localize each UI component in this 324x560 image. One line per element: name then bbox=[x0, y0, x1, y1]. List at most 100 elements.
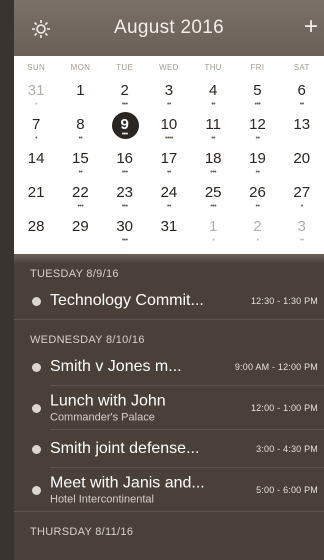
event-dots bbox=[280, 169, 324, 177]
day-cell[interactable]: 29 bbox=[58, 214, 102, 248]
event-divider bbox=[14, 319, 324, 320]
day-number: 16 bbox=[116, 150, 133, 167]
day-cell[interactable]: 19 •• bbox=[235, 146, 279, 180]
day-cell[interactable]: 21 bbox=[14, 180, 58, 214]
day-number: 14 bbox=[27, 150, 45, 167]
day-cell[interactable]: 3 •• bbox=[280, 214, 324, 248]
event-dots: ••• bbox=[210, 203, 217, 210]
day-cell[interactable]: 10 •••• bbox=[147, 112, 191, 146]
day-cell[interactable]: 16 ••• bbox=[103, 146, 147, 180]
day-number: 6 bbox=[297, 82, 306, 99]
event-dots: ••• bbox=[77, 203, 84, 210]
month-title[interactable]: August 2016 bbox=[114, 17, 224, 39]
event-bullet-icon bbox=[32, 444, 41, 454]
agenda-event[interactable]: Meet with Janis and... Hotel Intercontine… bbox=[14, 468, 324, 512]
event-dots: ••• bbox=[121, 237, 128, 244]
day-cell[interactable]: 28 bbox=[14, 214, 58, 248]
day-number: 29 bbox=[72, 218, 89, 235]
gear-icon[interactable] bbox=[30, 18, 52, 40]
day-cell[interactable]: 22 ••• bbox=[58, 180, 102, 214]
event-bullet-icon bbox=[32, 485, 41, 495]
event-dots bbox=[280, 135, 324, 143]
day-number: 12 bbox=[249, 116, 266, 133]
weekday-label: MON bbox=[70, 62, 91, 72]
day-cell[interactable]: 5 ••• bbox=[235, 78, 279, 112]
day-cell[interactable]: 31 • bbox=[14, 78, 58, 112]
day-cell[interactable]: 8 •• bbox=[58, 112, 102, 146]
agenda-list: TUESDAY 8/9/16 Technology Commit... 12:30 … bbox=[14, 254, 324, 560]
event-dots: • bbox=[256, 237, 259, 244]
event-dots: •••• bbox=[165, 135, 173, 142]
event-title: Lunch with John bbox=[50, 392, 166, 410]
selected-day-cell[interactable]: 9 ••• bbox=[103, 112, 147, 146]
week-row: 14 15 •• 16 ••• 17 •• 18 ••• 19 •• 20 bbox=[14, 146, 324, 180]
day-cell[interactable]: 18 ••• bbox=[191, 146, 235, 180]
weeks-container: 31 • 1 2 ••• 3 •• 4 •• 5 ••• 6 •• 7 • 8 •• 9 ••• 10 •••• 11 ••… bbox=[14, 78, 324, 282]
day-number: 21 bbox=[27, 184, 45, 201]
day-cell[interactable]: 25 ••• bbox=[191, 180, 235, 214]
event-dots: •• bbox=[255, 169, 260, 176]
day-cell[interactable]: 30 ••• bbox=[103, 214, 147, 248]
event-time: 5:00 - 6:00 PM bbox=[256, 485, 318, 495]
day-cell[interactable]: 14 bbox=[14, 146, 58, 180]
day-cell[interactable]: 2 • bbox=[235, 214, 279, 248]
day-cell[interactable]: 1 bbox=[58, 78, 102, 112]
day-cell[interactable]: 26 •• bbox=[235, 180, 279, 214]
event-dots: ••• bbox=[121, 169, 128, 176]
day-cell[interactable]: 23 ••• bbox=[103, 180, 147, 214]
event-dots: •• bbox=[211, 135, 216, 142]
day-cell[interactable]: 13 bbox=[280, 112, 324, 146]
day-cell[interactable]: 12 •• bbox=[235, 112, 279, 146]
day-number: 22 bbox=[72, 184, 89, 201]
day-cell[interactable]: 3 •• bbox=[147, 78, 191, 112]
event-title: Smith v Jones m... bbox=[50, 358, 182, 375]
day-number: 2 bbox=[253, 218, 262, 235]
day-cell[interactable]: 4 •• bbox=[191, 78, 235, 112]
agenda-event[interactable]: Lunch with John Commander's Palace 12:00 -… bbox=[14, 386, 324, 430]
event-dots bbox=[147, 237, 191, 245]
day-number: 1 bbox=[76, 82, 85, 99]
calendar-header: August 2016 + bbox=[14, 0, 324, 56]
day-cell[interactable]: 31 bbox=[147, 214, 191, 248]
day-number: 18 bbox=[204, 150, 222, 167]
day-number: 8 bbox=[76, 116, 85, 133]
event-dots: •• bbox=[255, 203, 260, 210]
day-cell[interactable]: 1 • bbox=[191, 214, 235, 248]
day-cell[interactable]: 20 bbox=[280, 146, 324, 180]
agenda-event[interactable]: Smith joint defense... 3:00 - 4:30 PM bbox=[14, 430, 324, 468]
event-time: 12:00 - 1:00 PM bbox=[250, 403, 318, 413]
agenda-event[interactable]: Technology Commit... 12:30 - 1:30 PM bbox=[14, 282, 324, 320]
week-row: 7 • 8 •• 9 ••• 10 •••• 11 •• 12 •• 13 bbox=[14, 112, 324, 146]
day-cell[interactable]: 2 ••• bbox=[103, 78, 147, 112]
event-dots: •• bbox=[166, 169, 171, 176]
event-dots bbox=[14, 237, 58, 245]
weekday-label: TUE bbox=[116, 62, 134, 72]
event-dots bbox=[14, 203, 58, 211]
agenda-day-header: WEDNESDAY 8/10/16 bbox=[30, 334, 145, 346]
event-title: Meet with Janis and... bbox=[50, 474, 205, 492]
event-time: 12:30 - 1:30 PM bbox=[250, 296, 318, 306]
week-row: 31 • 1 2 ••• 3 •• 4 •• 5 ••• 6 •• bbox=[14, 78, 324, 112]
week-row: 28 29 30 ••• 31 1 • 2 • 3 •• bbox=[14, 214, 324, 248]
agenda-event[interactable]: Smith v Jones m... 9:00 AM - 12:00 PM bbox=[14, 348, 324, 386]
agenda-day-header: THURSDAY 8/11/16 bbox=[30, 526, 134, 538]
day-number: 19 bbox=[249, 150, 266, 167]
day-number: 4 bbox=[209, 82, 218, 99]
day-cell[interactable]: 27 • bbox=[280, 180, 324, 214]
event-time: 3:00 - 4:30 PM bbox=[256, 444, 318, 454]
day-cell[interactable]: 17 •• bbox=[147, 146, 191, 180]
day-cell[interactable]: 11 •• bbox=[191, 112, 235, 146]
day-cell[interactable]: 7 • bbox=[14, 112, 58, 146]
event-time: 9:00 AM - 12:00 PM bbox=[234, 362, 318, 372]
day-cell[interactable]: 6 •• bbox=[280, 78, 324, 112]
plus-icon[interactable]: + bbox=[304, 15, 318, 39]
day-cell[interactable]: 24 •• bbox=[147, 180, 191, 214]
event-dots: ••• bbox=[121, 101, 128, 108]
day-number: 27 bbox=[293, 184, 311, 201]
event-title: Technology Commit... bbox=[50, 292, 204, 309]
day-number: 17 bbox=[160, 150, 178, 167]
event-dots: •• bbox=[255, 135, 260, 142]
day-number: 15 bbox=[72, 150, 89, 167]
event-dots bbox=[58, 237, 102, 245]
day-cell[interactable]: 15 •• bbox=[58, 146, 102, 180]
